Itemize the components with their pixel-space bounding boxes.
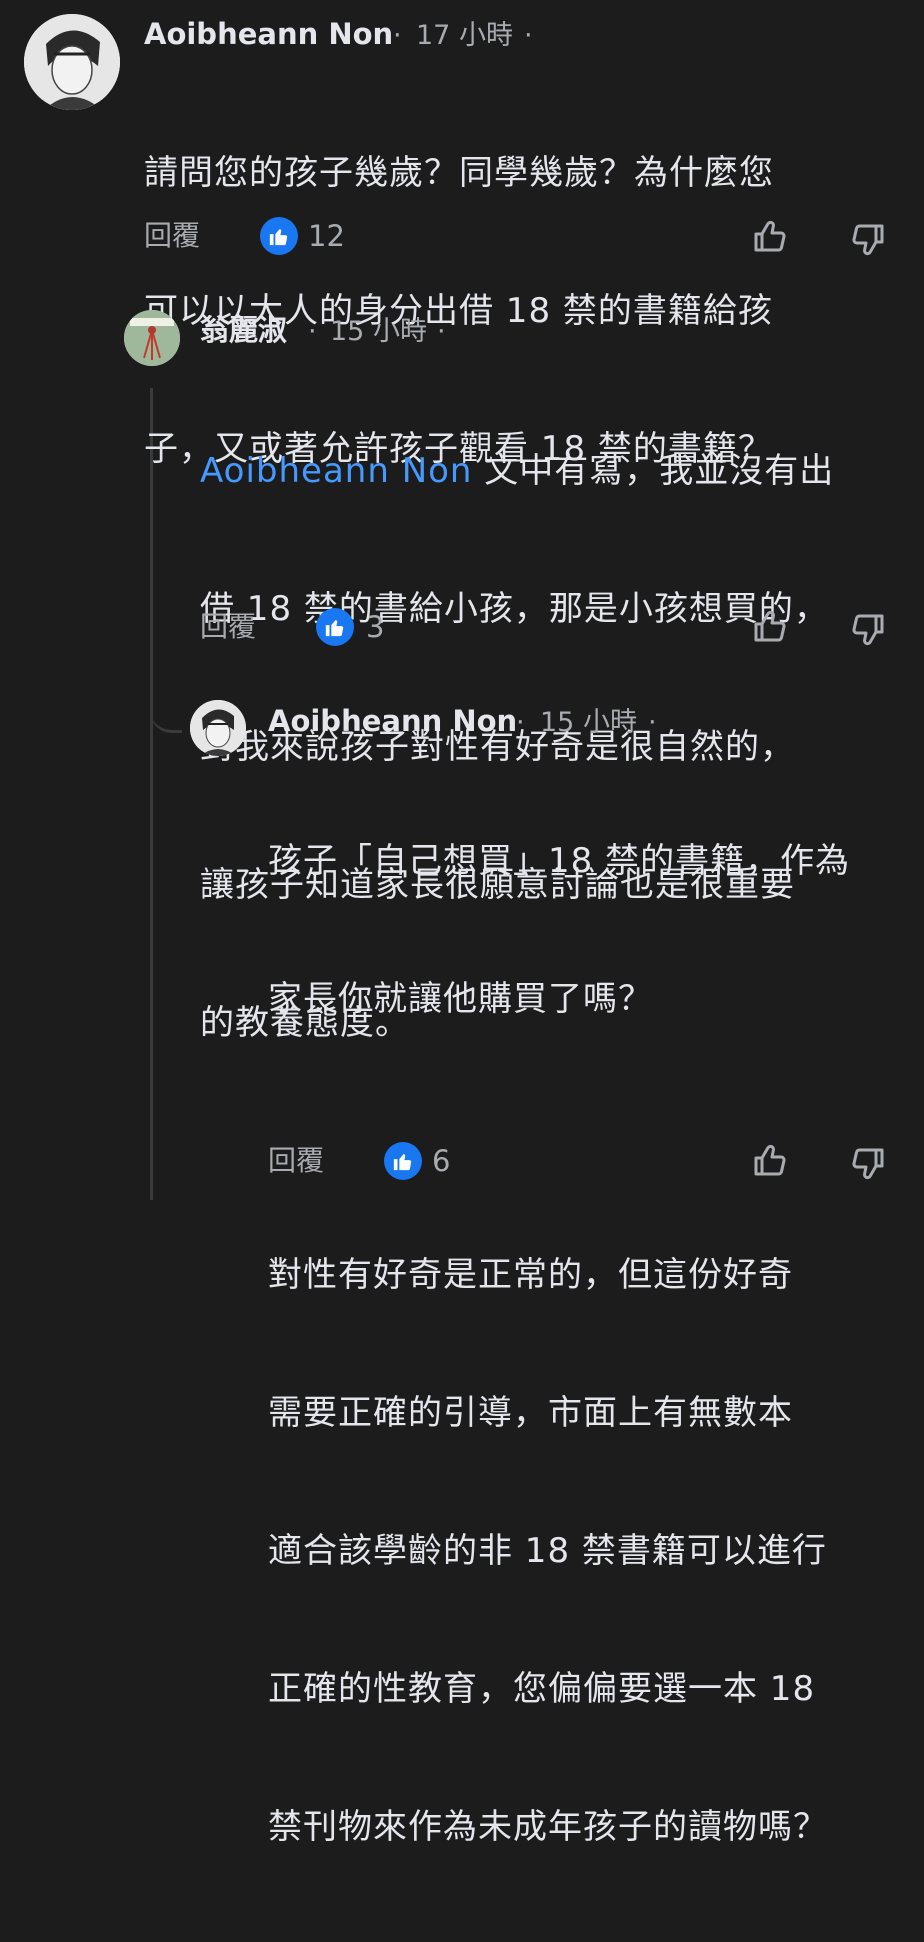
meta-dot: · xyxy=(516,707,525,738)
arrow-down-icon[interactable] xyxy=(848,220,888,260)
reply-button[interactable]: 回覆 xyxy=(268,1143,324,1179)
meta-dot: · xyxy=(308,316,317,347)
like-count: 6 xyxy=(432,1144,451,1178)
comment-line: 需要正確的引導，市面上有無數本 xyxy=(268,1393,793,1433)
meta-dot: · xyxy=(393,20,402,51)
comment-line: 請問您的孩子幾歲？同學幾歲？為什麼您 xyxy=(144,153,774,193)
avatar[interactable] xyxy=(124,310,180,366)
comment-line: 禁刊物來作為未成年孩子的讀物嗎？ xyxy=(268,1807,828,1847)
arrow-up-icon[interactable] xyxy=(750,606,790,646)
comment-line: 孩子「自己想買」18 禁的書籍，作為 xyxy=(268,841,851,881)
avatar[interactable] xyxy=(24,14,120,110)
thumbs-up-icon xyxy=(260,217,298,255)
author-name[interactable]: 翁麗淑 xyxy=(200,312,287,348)
avatar[interactable] xyxy=(190,700,246,756)
comment-text: 孩子「自己想買」18 禁的書籍，作為 家長你就讓他購買了嗎？ 對性有好奇是正常的… xyxy=(268,746,850,1942)
arrow-down-icon[interactable] xyxy=(848,610,888,650)
comment-line: 借 18 禁的書給小孩，那是小孩想買的， xyxy=(200,589,829,629)
reply-button[interactable]: 回覆 xyxy=(144,218,200,254)
thumbs-up-icon xyxy=(384,1142,422,1180)
meta-dot: · xyxy=(437,316,446,347)
timestamp[interactable]: 15 小時 xyxy=(330,314,427,350)
comment-line: Aoibheann Non 文中有寫，我並沒有出 xyxy=(200,451,835,491)
arrow-down-icon[interactable] xyxy=(848,1144,888,1184)
author-name[interactable]: Aoibheann Non xyxy=(268,703,517,739)
mention-link[interactable]: Aoibheann Non xyxy=(200,451,472,491)
like-count: 12 xyxy=(308,219,345,253)
like-count: 3 xyxy=(366,610,385,644)
meta-dot: · xyxy=(648,707,657,738)
arrow-up-icon[interactable] xyxy=(750,216,790,256)
reply-button[interactable]: 回覆 xyxy=(200,609,256,645)
comment-line: 對性有好奇是正常的，但這份好奇 xyxy=(268,1255,793,1295)
comment-line: 適合該學齡的非 18 禁書籍可以進行 xyxy=(268,1531,827,1571)
arrow-up-icon[interactable] xyxy=(750,1140,790,1180)
timestamp[interactable]: 17 小時 xyxy=(416,18,513,54)
thumbs-up-icon xyxy=(316,608,354,646)
author-name[interactable]: Aoibheann Non xyxy=(144,16,393,52)
timestamp[interactable]: 15 小時 xyxy=(540,705,637,741)
comment-line: 家長你就讓他購買了嗎？ xyxy=(268,979,653,1019)
comment-line: 正確的性教育，您偏偏要選一本 18 xyxy=(268,1669,816,1709)
thread-connector xyxy=(150,690,182,733)
meta-dot: · xyxy=(524,20,533,51)
